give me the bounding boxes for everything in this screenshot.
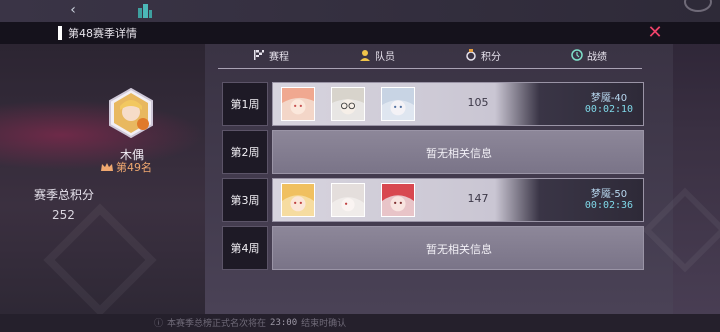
- week-row[interactable]: 第1周 105 梦魇-40 00:02:10: [222, 82, 644, 126]
- tab-underline: [218, 68, 642, 69]
- tab-bar: 赛程 队员 积分 战绩: [218, 44, 642, 66]
- tab-schedule[interactable]: 赛程: [218, 44, 324, 66]
- week-body: 147 梦魇-50 00:02:36: [272, 178, 644, 222]
- building-icon[interactable]: [136, 2, 154, 18]
- footer-suffix: 结束时确认: [301, 319, 347, 329]
- page-title: 第48赛季详情: [68, 27, 137, 40]
- tab-points[interactable]: 积分: [430, 44, 536, 66]
- member-portrait[interactable]: [281, 183, 315, 217]
- season-total-label: 赛季总积分: [34, 188, 95, 202]
- week-body: 暂无相关信息: [272, 130, 644, 174]
- medal-icon: [466, 49, 476, 61]
- footer-bar: [0, 314, 720, 332]
- week-time: 00:02:10: [584, 104, 634, 115]
- member-icon: [360, 50, 370, 61]
- flag-icon: [254, 50, 264, 60]
- tab-label: 赛程: [269, 51, 289, 63]
- week-row[interactable]: 第2周 暂无相关信息: [222, 130, 644, 174]
- week-label: 第4周: [222, 226, 268, 270]
- member-portrait[interactable]: [281, 87, 315, 121]
- avatar[interactable]: [108, 88, 154, 138]
- back-icon[interactable]: ‹: [64, 2, 82, 18]
- footer-prefix: 本赛季总榜正式名次将在: [167, 319, 267, 329]
- rank-line: 第49名: [100, 160, 152, 174]
- member-portrait[interactable]: [381, 183, 415, 217]
- week-difficulty: 梦魇-40: [590, 93, 628, 104]
- week-difficulty: 梦魇-50: [590, 189, 628, 200]
- tab-members[interactable]: 队员: [324, 44, 430, 66]
- footer-note: ⓘ 本赛季总榜正式名次将在 23:00 结束时确认: [154, 316, 347, 330]
- empty-info: 暂无相关信息: [426, 243, 492, 256]
- week-label: 第1周: [222, 82, 268, 126]
- season-total-value: 252: [52, 208, 75, 222]
- crown-icon: [101, 163, 113, 171]
- close-icon[interactable]: ✕: [646, 24, 664, 42]
- member-portrait[interactable]: [331, 183, 365, 217]
- week-body: 105 梦魇-40 00:02:10: [272, 82, 644, 126]
- week-score: 105: [467, 96, 489, 109]
- week-label: 第2周: [222, 130, 268, 174]
- tab-label: 战绩: [587, 51, 607, 63]
- top-bar: [0, 0, 720, 22]
- tab-record[interactable]: 战绩: [536, 44, 642, 66]
- tab-label: 积分: [481, 51, 501, 63]
- week-score: 147: [467, 192, 489, 205]
- week-time: 00:02:36: [584, 200, 634, 211]
- week-label: 第3周: [222, 178, 268, 222]
- header-accent: [58, 26, 62, 40]
- footer-time: 23:00: [270, 317, 298, 328]
- week-row[interactable]: 第4周 暂无相关信息: [222, 226, 644, 270]
- member-portrait[interactable]: [381, 87, 415, 121]
- member-portrait[interactable]: [331, 87, 365, 121]
- empty-info: 暂无相关信息: [426, 147, 492, 160]
- week-body: 暂无相关信息: [272, 226, 644, 270]
- info-icon: ⓘ: [154, 319, 164, 329]
- tab-label: 队员: [375, 51, 395, 63]
- player-rank: 第49名: [116, 161, 152, 174]
- week-row[interactable]: 第3周 147 梦魇-50 00:02:36: [222, 178, 644, 222]
- clock-icon: [571, 49, 583, 61]
